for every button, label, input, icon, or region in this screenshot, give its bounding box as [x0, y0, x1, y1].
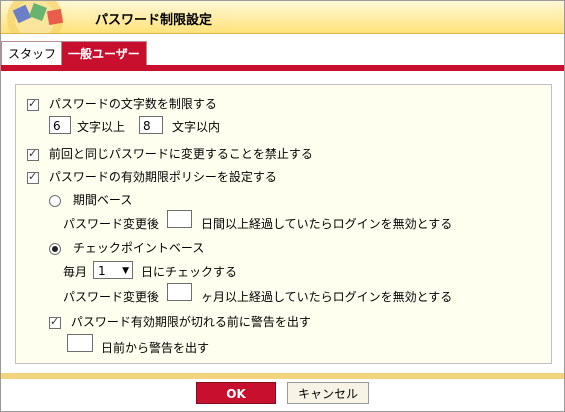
tab-general-users[interactable]: 一般ユーザー — [61, 41, 147, 66]
months-input[interactable] — [167, 283, 192, 301]
ok-button[interactable]: OK — [196, 382, 276, 404]
period-suffix-label: 日間以上経過していたらログインを無効とする — [201, 217, 453, 231]
max-length-label: 文字以内 — [172, 120, 221, 134]
expiry-policy-checkbox[interactable] — [27, 170, 39, 184]
period-days-input[interactable] — [167, 210, 192, 228]
max-length-input[interactable]: 8 — [139, 116, 163, 134]
no-reuse-checkbox[interactable] — [27, 147, 39, 161]
min-length-input[interactable]: 6 — [49, 116, 71, 134]
footer-divider — [1, 373, 564, 379]
limit-length-checkbox[interactable] — [27, 97, 39, 111]
months-prefix-label: パスワード変更後 — [63, 290, 160, 304]
limit-length-label: パスワードの文字数を制限する — [48, 97, 217, 111]
checkpoint-radio[interactable] — [49, 242, 61, 255]
checkpoint-row: チェックポイントベース — [49, 241, 204, 255]
warn-label: パスワード有効期限が切れる前に警告を出す — [70, 315, 311, 329]
months-suffix-label: ヶ月以上経過していたらログインを無効とする — [201, 290, 453, 304]
checkpoint-day-value: 1 — [98, 264, 106, 278]
title-bar: パスワード制限設定 — [1, 1, 564, 34]
no-reuse-label: 前回と同じパスワードに変更することを禁止する — [48, 147, 313, 161]
period-based-row: 期間ベース — [49, 193, 132, 207]
monthly-prefix-label: 毎月 — [63, 265, 88, 279]
settings-panel: パスワードの文字数を制限する 6 文字以上 8 文字以内 前回と同じパスワードに… — [15, 84, 552, 364]
checkpoint-day-select[interactable]: 1 ▼ — [93, 261, 133, 279]
warn-checkbox[interactable] — [49, 315, 61, 329]
tab-bar: スタッフ 一般ユーザー — [1, 34, 564, 66]
tab-underline — [1, 65, 564, 71]
monthly-suffix-label: 日にチェックする — [141, 265, 238, 279]
password-restriction-window: パスワード制限設定 スタッフ 一般ユーザー パスワードの文字数を制限する 6 文… — [0, 0, 565, 412]
expiry-policy-label: パスワードの有効期限ポリシーを設定する — [48, 170, 277, 184]
app-logo-icon — [1, 1, 81, 33]
warn-days-label: 日前から警告を出す — [101, 341, 210, 355]
tab-staff[interactable]: スタッフ — [1, 41, 64, 66]
warn-row: パスワード有効期限が切れる前に警告を出す — [49, 315, 311, 329]
window-title: パスワード制限設定 — [95, 13, 213, 28]
warn-days-input[interactable] — [67, 334, 93, 352]
period-based-radio[interactable] — [49, 194, 61, 207]
no-reuse-row: 前回と同じパスワードに変更することを禁止する — [27, 147, 313, 161]
checkpoint-label: チェックポイントベース — [72, 241, 205, 255]
limit-length-row: パスワードの文字数を制限する — [27, 97, 217, 111]
period-based-label: 期間ベース — [72, 193, 133, 207]
cancel-button[interactable]: キャンセル — [287, 382, 369, 404]
dropdown-arrow-icon: ▼ — [122, 266, 129, 276]
period-prefix-label: パスワード変更後 — [63, 217, 160, 231]
min-length-label: 文字以上 — [77, 120, 126, 134]
expiry-policy-row: パスワードの有効期限ポリシーを設定する — [27, 170, 277, 184]
